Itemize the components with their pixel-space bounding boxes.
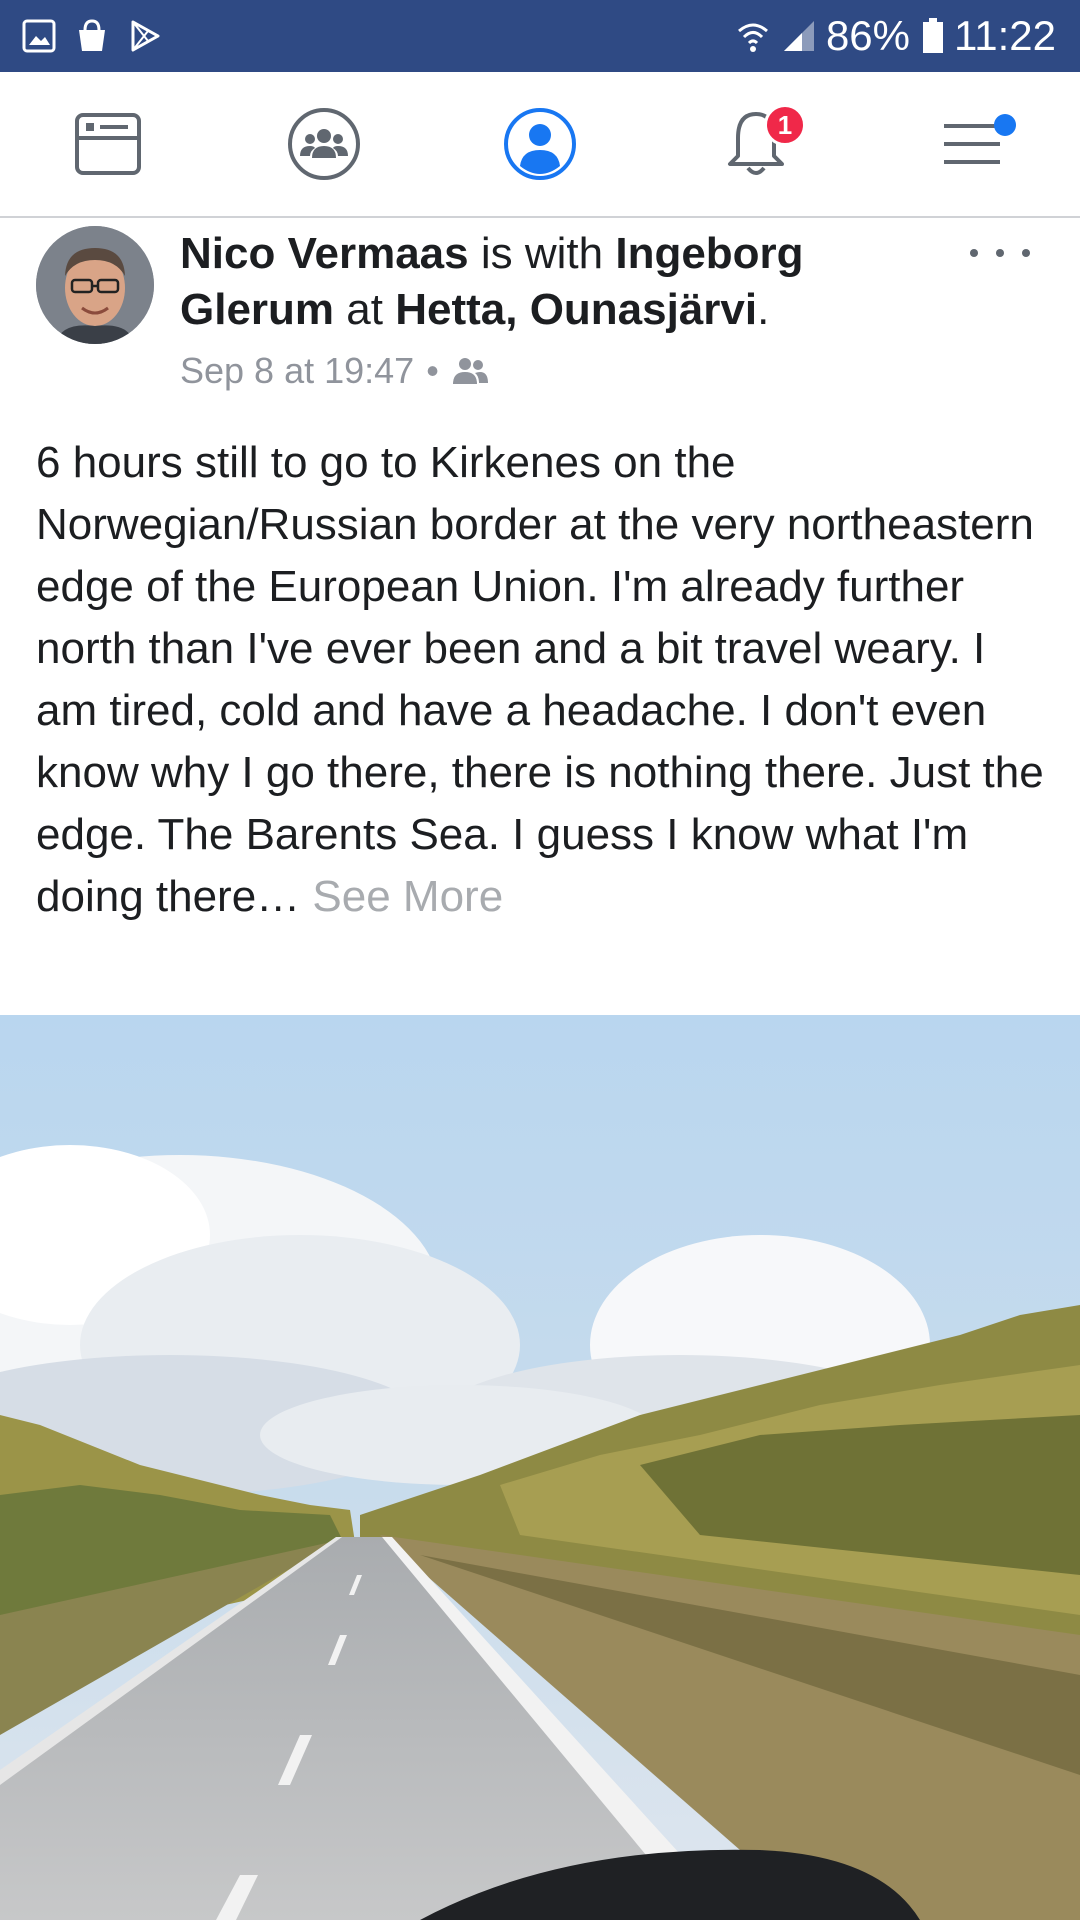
nav-notifications[interactable]: 1 xyxy=(686,84,826,204)
more-dot xyxy=(970,249,978,257)
at-text: at xyxy=(346,285,383,334)
notification-badge: 1 xyxy=(764,104,806,146)
wifi-icon xyxy=(736,19,770,53)
shopping-bag-icon xyxy=(74,18,110,54)
title-period: . xyxy=(757,285,770,334)
post-photo[interactable] xyxy=(0,1015,1080,1920)
post-meta: Sep 8 at 19:47 • xyxy=(180,350,489,392)
meta-separator: • xyxy=(426,350,439,391)
profile-icon xyxy=(504,108,576,180)
friends-icon[interactable] xyxy=(451,356,489,386)
top-nav: 1 xyxy=(0,72,1080,218)
nav-profile[interactable] xyxy=(470,84,610,204)
location-name[interactable]: Hetta, Ounasjärvi xyxy=(395,285,757,334)
status-right: 86% 11:22 xyxy=(724,12,1056,60)
menu-notification-dot xyxy=(994,114,1016,136)
post-timestamp[interactable]: Sep 8 at 19:47 xyxy=(180,350,414,392)
battery-icon xyxy=(922,18,944,54)
status-left xyxy=(22,18,180,54)
status-bar: 86% 11:22 xyxy=(0,0,1080,72)
groups-icon xyxy=(288,108,360,180)
post-body: 6 hours still to go to Kirkenes on the N… xyxy=(36,432,1056,928)
nav-menu[interactable] xyxy=(902,84,1042,204)
play-store-icon xyxy=(128,19,162,53)
nav-news-feed[interactable] xyxy=(38,84,178,204)
author-name[interactable]: Nico Vermaas xyxy=(180,229,469,278)
see-more-link[interactable]: See More xyxy=(312,872,503,921)
post-title: Nico Vermaas is with Ingeborg Glerum at … xyxy=(180,226,960,338)
avatar[interactable] xyxy=(36,226,154,344)
more-dot xyxy=(996,249,1004,257)
post-body-text: 6 hours still to go to Kirkenes on the N… xyxy=(36,438,1044,921)
signal-icon xyxy=(782,19,816,53)
battery-percent: 86% xyxy=(825,12,910,59)
nav-groups[interactable] xyxy=(254,84,394,204)
post-header: Nico Vermaas is with Ingeborg Glerum at … xyxy=(0,218,1080,418)
clock: 11:22 xyxy=(954,12,1056,59)
gallery-icon xyxy=(22,19,56,53)
post-options-button[interactable] xyxy=(970,238,1030,268)
more-dot xyxy=(1022,249,1030,257)
news-feed-icon xyxy=(75,113,141,175)
with-text: is with xyxy=(480,229,604,278)
